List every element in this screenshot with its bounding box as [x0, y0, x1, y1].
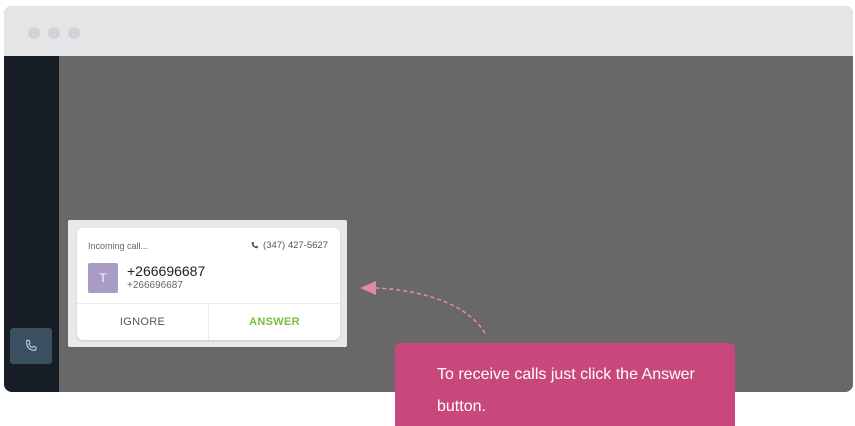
- phone-icon: [251, 241, 258, 249]
- pointer-arrow: [360, 281, 486, 334]
- phone-button[interactable]: [10, 328, 52, 364]
- sidebar: [4, 56, 59, 392]
- call-actions: IGNORE ANSWER: [77, 303, 340, 340]
- caller-avatar: T: [88, 263, 118, 293]
- caller-number: +266696687: [127, 280, 183, 291]
- window-close-button[interactable]: [28, 27, 40, 39]
- ignore-button[interactable]: IGNORE: [77, 304, 209, 340]
- incoming-call-card: Incoming call... (347) 427-5627 T +26669…: [77, 228, 340, 340]
- window-minimize-button[interactable]: [48, 27, 60, 39]
- call-status: Incoming call...: [88, 241, 149, 251]
- answer-button[interactable]: ANSWER: [209, 304, 340, 340]
- line-number-text: (347) 427-5627: [263, 240, 328, 251]
- caller-name: +266696687: [127, 263, 206, 279]
- line-number: (347) 427-5627: [250, 240, 328, 251]
- tooltip-callout: To receive calls just click the Answer b…: [395, 343, 735, 426]
- phone-icon: [26, 339, 37, 351]
- window-maximize-button[interactable]: [68, 27, 80, 39]
- window-titlebar: [4, 6, 853, 56]
- tooltip-text: To receive calls just click the Answer b…: [437, 366, 695, 415]
